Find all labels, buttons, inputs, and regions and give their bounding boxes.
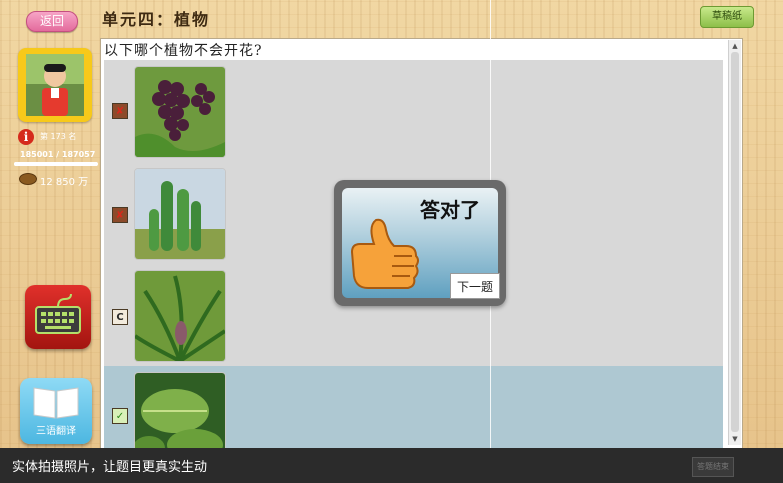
dialog-title: 答对了 [420,198,480,222]
unit-title: 单元四：植物 [102,10,211,29]
scroll-down-icon[interactable]: ▼ [730,435,740,443]
avatar-frame[interactable] [18,48,92,122]
fern-photo [134,270,226,362]
coin-icon [19,173,37,185]
dictionary-button[interactable]: 三语翻译 [20,378,92,444]
cactus-photo [134,168,226,260]
scroll-thumb[interactable] [731,52,739,432]
question-text: 以下哪个植物不会开花? [104,43,263,59]
keyboard-button[interactable] [25,285,91,349]
option-letter: C [112,309,128,325]
grapes-photo [134,66,226,158]
caption-text: 实体拍摄照片，让题目更真实生动 [12,460,208,475]
draft-paper-button[interactable]: 草稿纸 [700,6,754,28]
keyboard-icon [35,293,81,334]
scrollbar[interactable]: ▲ ▼ [728,40,741,445]
progress-fill [14,162,98,166]
book-icon [33,387,79,419]
score-text: 185001 / 187057 [20,150,96,159]
next-question-button[interactable]: 下一题 [450,273,500,299]
dialog-body: 答对了 下一题 [342,188,500,299]
option-row[interactable]: ✘ [104,60,723,162]
finish-button[interactable]: 答题结束 [692,457,734,477]
correct-answer-dialog: 答对了 下一题 [334,180,506,306]
scroll-up-icon[interactable]: ▲ [730,42,740,50]
avatar [26,54,84,116]
rank-text: 第 173 名 [40,132,77,141]
wrong-mark-icon: ✘ [112,103,128,119]
wrong-mark-icon: ✘ [112,207,128,223]
back-button[interactable]: 返回 [26,11,78,32]
thumbs-up-icon [350,218,419,289]
coin-text: 12 850 万 [40,177,89,188]
progress-bar [14,162,98,166]
dictionary-label: 三语翻译 [36,426,76,437]
correct-mark-icon: ✓ [112,408,128,424]
top-bar: 返回 单元四：植物 草稿纸 [0,0,783,34]
info-icon[interactable]: i [18,129,34,145]
